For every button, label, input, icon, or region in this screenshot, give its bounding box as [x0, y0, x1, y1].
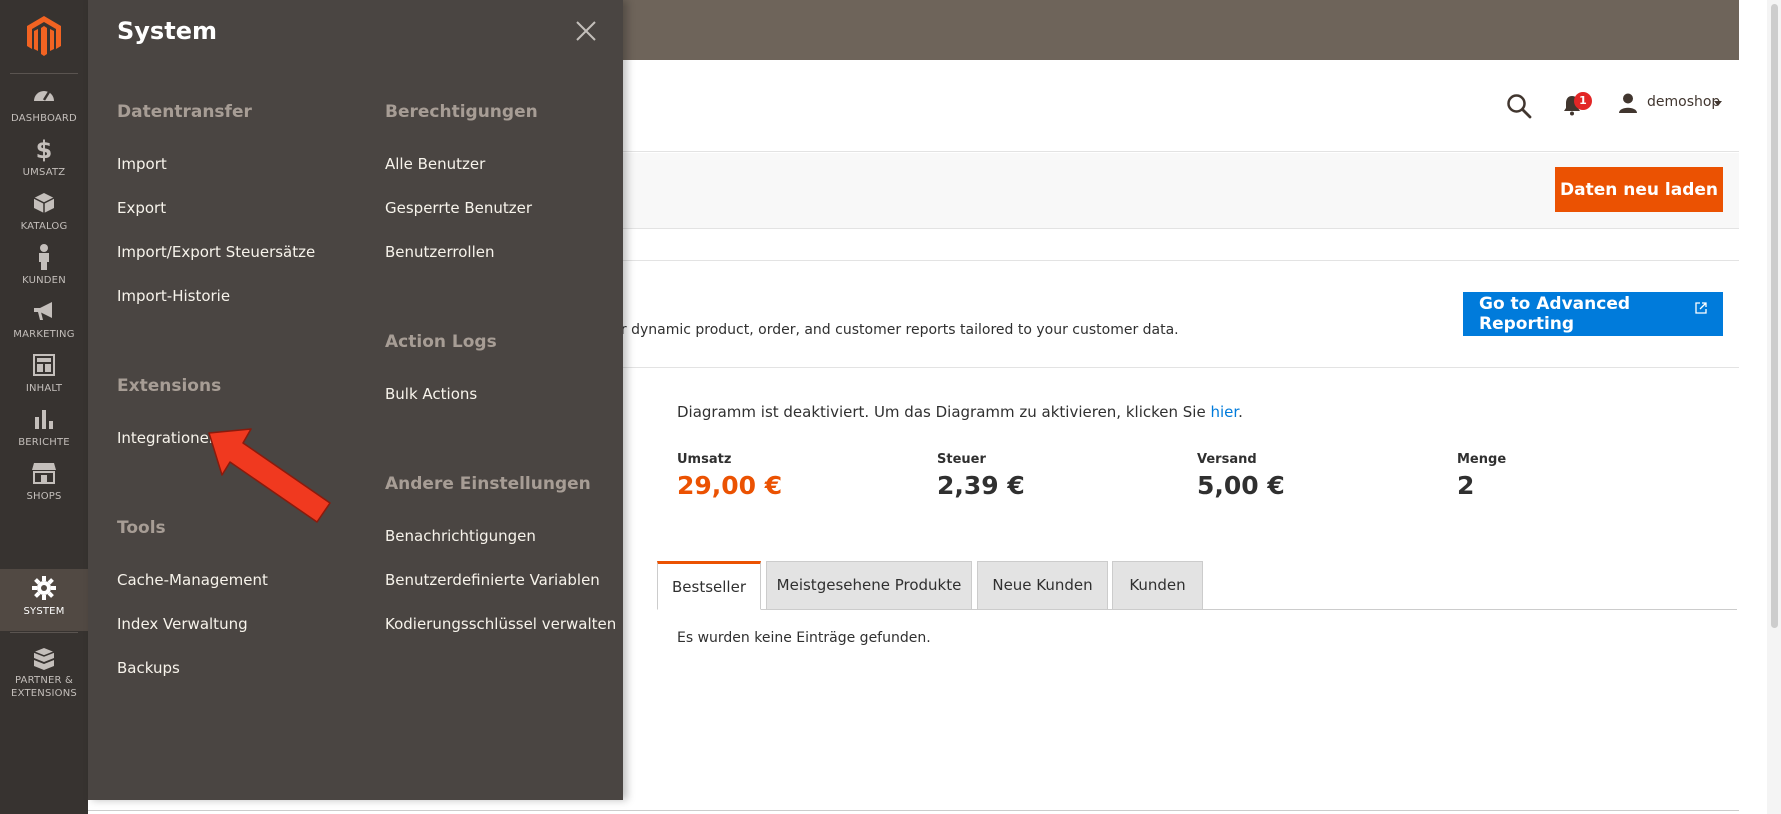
sidebar-item-label: PARTNER & EXTENSIONS: [0, 674, 88, 700]
user-name[interactable]: demoshop: [1647, 94, 1720, 110]
store-icon: [29, 460, 59, 486]
stat-menge: Menge 2: [1457, 452, 1506, 500]
sidebar-item-label: BERICHTE: [18, 437, 70, 448]
svg-text:$: $: [36, 136, 53, 162]
dashboard-icon: [29, 82, 59, 108]
flyout-title: System: [117, 17, 217, 45]
sidebar-item-dashboard[interactable]: DASHBOARD: [0, 76, 88, 138]
stat-label: Menge: [1457, 452, 1507, 467]
stat-label: Umsatz: [677, 452, 732, 467]
menu-item-cache-management[interactable]: Cache-Management: [117, 571, 268, 589]
empty-message: Es wurden keine Einträge gefunden.: [677, 630, 931, 646]
menu-item-export[interactable]: Export: [117, 199, 166, 217]
menu-item-import-export-steuersaetze[interactable]: Import/Export Steuersätze: [117, 243, 315, 261]
section-title-datentransfer: Datentransfer: [117, 102, 252, 122]
sidebar-item-label: UMSATZ: [22, 167, 66, 178]
section-title-andere-einstellungen: Andere Einstellungen: [385, 474, 591, 494]
box-icon: [29, 190, 59, 216]
section-title-tools: Tools: [117, 518, 166, 538]
stat-label: Steuer: [937, 452, 986, 467]
gear-icon: [29, 575, 59, 601]
sidebar-item-label: KUNDEN: [22, 275, 66, 286]
menu-item-alle-benutzer[interactable]: Alle Benutzer: [385, 155, 485, 173]
search-icon[interactable]: [1506, 93, 1532, 119]
sidebar-item-marketing[interactable]: MARKETING: [0, 292, 88, 354]
chart-disabled-notice: Diagramm ist deaktiviert. Um das Diagram…: [677, 403, 1243, 421]
tab-kunden[interactable]: Kunden: [1112, 561, 1203, 610]
sidebar-item-label: KATALOG: [20, 221, 68, 232]
admin-sidebar: DASHBOARD $ UMSATZ KATALOG KUNDEN MARKET…: [0, 0, 88, 814]
sidebar-item-kunden[interactable]: KUNDEN: [0, 238, 88, 300]
section-title-extensions: Extensions: [117, 376, 222, 396]
advanced-reporting-description: ur dynamic product, order, and customer …: [612, 322, 1179, 338]
sidebar-item-partner-extensions[interactable]: PARTNER & EXTENSIONS: [0, 640, 88, 708]
chart-notice-text: Diagramm ist deaktiviert. Um das Diagram…: [677, 403, 1211, 421]
chevron-down-icon[interactable]: [1714, 101, 1722, 106]
menu-item-benachrichtigungen[interactable]: Benachrichtigungen: [385, 527, 536, 545]
bar-chart-icon: [29, 406, 59, 432]
user-icon[interactable]: [1618, 93, 1638, 113]
menu-item-backups[interactable]: Backups: [117, 659, 180, 677]
menu-item-kodierungsschluessel-verwalten[interactable]: Kodierungsschlüssel verwalten: [385, 615, 616, 633]
external-link-icon: [1695, 302, 1707, 314]
sidebar-item-umsatz[interactable]: $ UMSATZ: [0, 130, 88, 192]
sidebar-item-inhalt[interactable]: INHALT: [0, 346, 88, 408]
close-icon[interactable]: [575, 20, 597, 42]
magento-logo[interactable]: [24, 14, 64, 58]
scrollbar-thumb[interactable]: [1771, 4, 1778, 628]
stat-value: 5,00 €: [1197, 471, 1285, 500]
sidebar-item-label-line: EXTENSIONS: [11, 688, 77, 699]
stat-label: Versand: [1197, 452, 1257, 467]
sidebar-item-label: SHOPS: [26, 491, 62, 502]
megaphone-icon: [29, 298, 59, 324]
sidebar-item-label-line: PARTNER &: [14, 675, 74, 686]
tab-meistgesehene-produkte[interactable]: Meistgesehene Produkte: [766, 561, 972, 610]
menu-item-benutzerrollen[interactable]: Benutzerrollen: [385, 243, 495, 261]
tab-bestseller[interactable]: Bestseller: [657, 561, 761, 610]
menu-item-import[interactable]: Import: [117, 155, 167, 173]
menu-item-index-verwaltung[interactable]: Index Verwaltung: [117, 615, 248, 633]
stat-steuer: Steuer 2,39 €: [937, 452, 1025, 500]
dollar-icon: $: [29, 136, 59, 162]
boxes-icon: [29, 646, 59, 672]
sidebar-item-system[interactable]: SYSTEM: [0, 569, 88, 631]
tab-neue-kunden[interactable]: Neue Kunden: [977, 561, 1108, 610]
sidebar-divider: [10, 632, 78, 633]
menu-item-gesperrte-benutzer[interactable]: Gesperrte Benutzer: [385, 199, 532, 217]
sidebar-item-label: SYSTEM: [23, 606, 65, 617]
section-title-action-logs: Action Logs: [385, 332, 497, 352]
enable-chart-link[interactable]: hier: [1210, 403, 1238, 421]
menu-item-bulk-actions[interactable]: Bulk Actions: [385, 385, 477, 403]
menu-item-import-historie[interactable]: Import-Historie: [117, 287, 230, 305]
stat-value: 29,00 €: [677, 471, 783, 500]
layout-icon: [29, 352, 59, 378]
menu-item-benutzerdefinierte-variablen[interactable]: Benutzerdefinierte Variablen: [385, 571, 600, 589]
sidebar-item-label: INHALT: [25, 383, 63, 394]
stat-umsatz: Umsatz 29,00 €: [677, 452, 782, 500]
section-title-berechtigungen: Berechtigungen: [385, 102, 538, 122]
red-arrow-annotation: [208, 428, 331, 523]
advanced-reporting-button[interactable]: Go to Advanced Reporting: [1463, 292, 1723, 336]
person-icon: [29, 244, 59, 270]
stat-value: 2: [1457, 471, 1475, 500]
reload-data-button[interactable]: Daten neu laden: [1555, 167, 1723, 212]
sidebar-item-label: DASHBOARD: [11, 113, 77, 124]
sidebar-item-berichte[interactable]: BERICHTE: [0, 400, 88, 462]
sidebar-item-label: MARKETING: [13, 329, 75, 340]
stat-versand: Versand 5,00 €: [1197, 452, 1285, 500]
chart-notice-suffix: .: [1238, 403, 1243, 421]
sidebar-divider: [10, 73, 78, 74]
sidebar-item-katalog[interactable]: KATALOG: [0, 184, 88, 246]
stat-value: 2,39 €: [937, 471, 1025, 500]
menu-item-integrationen[interactable]: Integrationen: [117, 429, 218, 447]
sidebar-item-shops[interactable]: SHOPS: [0, 454, 88, 516]
notification-badge[interactable]: 1: [1574, 92, 1592, 110]
page-bottom-border: [88, 810, 1739, 811]
